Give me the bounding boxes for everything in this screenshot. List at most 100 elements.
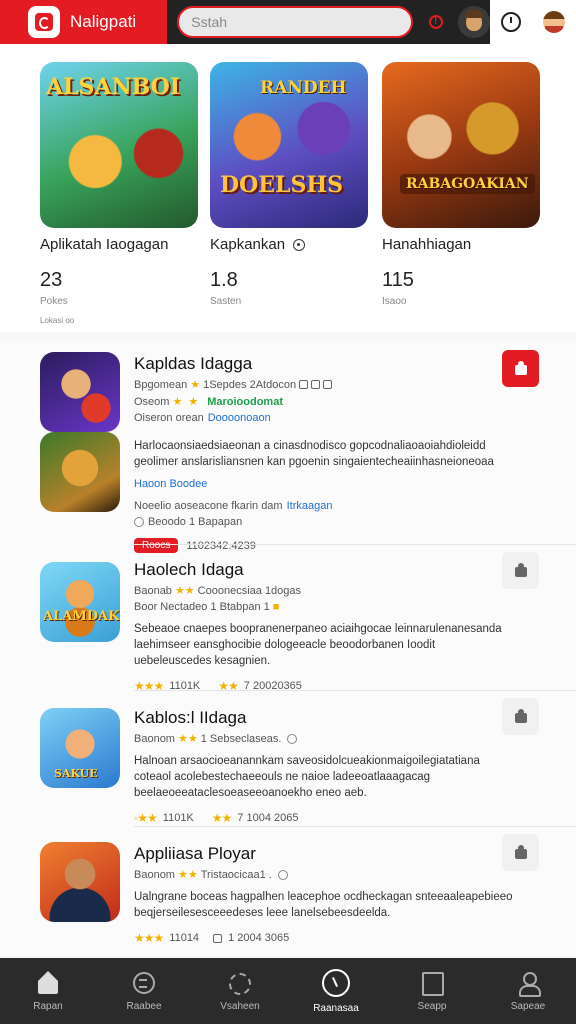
nav-item-games[interactable]: Vsaheen <box>192 958 288 1024</box>
art-title: RABAGOAKIAN <box>400 174 535 194</box>
featured-name: Kapkankan <box>210 236 370 253</box>
featured-game-art[interactable]: RABAGOAKIAN <box>382 62 540 228</box>
app-description: Ualngrane boceas hagpalhen leacephoe ocd… <box>134 891 513 919</box>
nav-label: Vsaheen <box>220 1000 260 1012</box>
app-note: Beoodo 1 Bapapan <box>134 516 514 528</box>
divider <box>134 826 576 827</box>
featured-count: 1.8 <box>210 269 238 291</box>
profile-avatar-button[interactable] <box>458 6 490 38</box>
app-meta: Boor Nectadeo 1 Btabpan 1 ■ <box>134 601 280 613</box>
app-meta: Oseom ★ ★ Maroioodomat <box>134 395 283 409</box>
app-status-row: Roocs 1102342.4239 <box>134 538 514 553</box>
bottom-nav: Rapan Raabee Vsaheen Raanasaa Seapp Sape… <box>0 958 576 1024</box>
art-subtitle: DOELSHS <box>220 172 344 198</box>
app-link[interactable]: Haoon Boodee <box>134 478 514 490</box>
app-icon[interactable]: ALAMDAK <box>40 562 120 642</box>
featured-game-art[interactable]: RANDEH DOELSHS <box>210 62 368 228</box>
app-icon[interactable] <box>40 432 120 512</box>
divider <box>134 544 576 545</box>
app-meta: Bpgomean ★ 1Sepdes 2Atdocon <box>134 378 514 391</box>
featured-card[interactable]: ALSANBOI Aplikatah Iaogagan 23 Pokes <box>40 62 200 307</box>
category-icon <box>132 971 156 995</box>
top-bar: Naligpati ! <box>0 0 576 44</box>
app-logo-icon[interactable] <box>28 6 60 38</box>
star-icon: ★ <box>188 396 199 408</box>
tag-icon <box>299 380 309 389</box>
rating-stars: ◦★★ <box>134 811 158 825</box>
app-title: Kapldas Idagga <box>134 354 253 373</box>
app-meta: Baonom ★★ Tristaocicaa1 . <box>134 868 514 881</box>
app-icon[interactable] <box>40 842 120 922</box>
verified-icon <box>287 733 298 744</box>
nav-item-profile[interactable]: Sapeae <box>480 958 576 1024</box>
rating-stars: ★★★ <box>134 931 164 945</box>
featured-section: ALSANBOI Aplikatah Iaogagan 23 Pokes RAN… <box>0 44 576 332</box>
account-avatar[interactable] <box>542 11 565 33</box>
list-item[interactable]: Haolech Idaga Baonab ★★ Cooonecsiaa 1dogas… <box>134 560 514 693</box>
install-button[interactable] <box>502 350 539 387</box>
nav-item-explore[interactable]: Raanasaa <box>288 958 384 1024</box>
list-item[interactable]: Appliiasa Ployar Baonom ★★ Tristaocicaa1 .… <box>134 844 514 945</box>
app-title: Appliiasa Ployar <box>134 844 256 863</box>
art-title: ALSANBOI <box>46 74 181 100</box>
puzzle-icon <box>513 844 529 861</box>
nav-item-apps[interactable]: Seapp <box>384 958 480 1024</box>
profile-icon <box>516 971 541 997</box>
puzzle-icon <box>513 562 529 579</box>
featured-game-art[interactable]: ALSANBOI <box>40 62 198 228</box>
list-item[interactable]: Kablos:l IIdaga Baonom ★★ 1 Sebseclaseas. … <box>134 708 514 825</box>
featured-unit: Pokes <box>40 296 68 307</box>
featured-unit: Isaoo <box>382 296 407 307</box>
list-item[interactable]: Kapldas Idagga Bpgomean ★ 1Sepdes 2Atdocon… <box>134 354 514 553</box>
app-title: Kablos:l IIdaga <box>134 708 247 727</box>
art-title: RANDEH <box>260 78 347 98</box>
nav-item-home[interactable]: Rapan <box>0 958 96 1024</box>
app-meta: Baonom ★★ 1 Sebseclaseas. <box>134 732 514 745</box>
search-bar[interactable] <box>177 6 413 38</box>
nav-label: Seapp <box>417 1000 447 1012</box>
explore-icon <box>322 968 350 997</box>
status-badge[interactable]: Roocs <box>134 538 179 553</box>
app-meta: Oiseron orean Doooonoaon <box>134 412 271 424</box>
featured-name: Hanahhiagan <box>382 236 472 253</box>
app-description: Sebeaoe cnaepes boopranenerpaneo aciaihg… <box>134 623 502 667</box>
search-input[interactable] <box>191 14 411 30</box>
rating-row: ★★★ 11014 1 2004 3065 <box>134 931 290 945</box>
puzzle-icon <box>513 708 529 725</box>
alert-button[interactable]: ! <box>421 7 450 37</box>
icon-tag: ALAMDAK <box>43 609 120 624</box>
home-icon <box>36 970 60 995</box>
icon-tag: SAKUE <box>54 767 98 780</box>
games-icon <box>228 971 252 995</box>
nav-label: Sapeae <box>510 1000 546 1012</box>
more-link[interactable]: Lokasi oo <box>40 316 74 325</box>
info-icon[interactable] <box>293 238 306 251</box>
app-note: Noeelio aoseacone fkarin dam Itrkaagan <box>134 500 333 512</box>
app-description: Halnoan arsaocioeanannkam saveosidolcuea… <box>134 755 480 799</box>
star-icon: ★ <box>190 379 201 391</box>
alert-icon: ! <box>428 15 443 29</box>
avatar-icon <box>465 10 484 31</box>
nav-label: Raanasaa <box>313 1002 359 1014</box>
featured-card[interactable]: RABAGOAKIAN Hanahhiagan 115 Isaoo <box>382 62 542 307</box>
featured-name: Aplikatah Iaogagan <box>40 236 169 253</box>
history-icon[interactable] <box>500 12 521 32</box>
apps-icon <box>420 971 444 996</box>
app-title: Haolech Idaga <box>134 560 244 579</box>
app-title: Naligpati <box>70 12 137 31</box>
featured-unit: Sasten <box>210 296 242 307</box>
topbar-right-area <box>489 0 576 44</box>
brand-area: Naligpati <box>0 0 168 44</box>
install-button[interactable] <box>502 552 539 589</box>
install-button[interactable] <box>502 834 539 871</box>
rating-row: ◦★★ 1101K ★★ 7 1004 2065 <box>134 811 299 825</box>
divider <box>134 690 576 691</box>
featured-card[interactable]: RANDEH DOELSHS Kapkankan 1.8 Sasten <box>210 62 370 307</box>
nav-item-category[interactable]: Raabee <box>96 958 192 1024</box>
install-button[interactable] <box>502 698 539 735</box>
app-description: Harlocaonsiaedsiaeonan a cinasdnodisco g… <box>134 440 494 468</box>
app-icon[interactable]: SAKUE <box>40 708 120 788</box>
app-icon[interactable] <box>40 352 120 432</box>
puzzle-icon <box>513 360 529 377</box>
verified-icon <box>277 869 288 880</box>
